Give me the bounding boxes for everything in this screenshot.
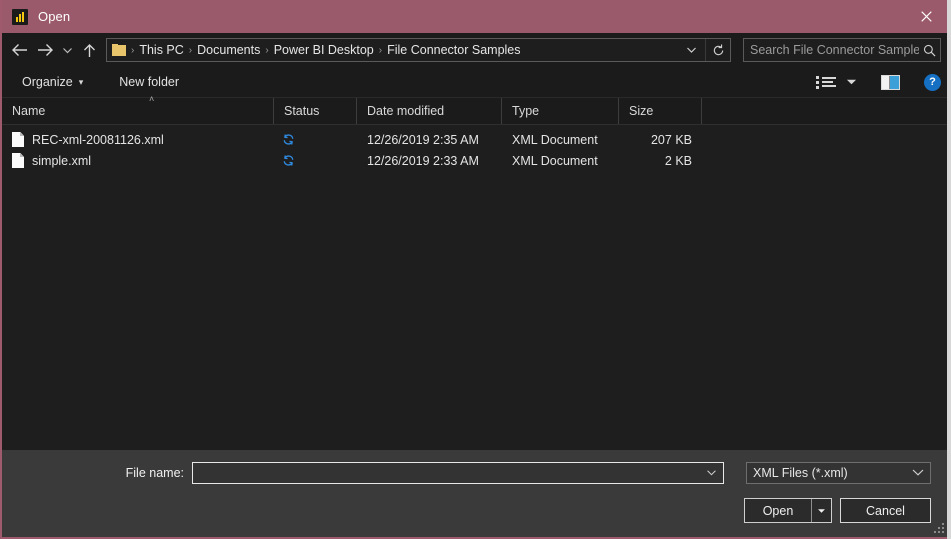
column-header-name[interactable]: Name ˄ [2, 94, 274, 124]
breadcrumb-item-this-pc[interactable]: This PC [136, 43, 186, 57]
breadcrumb-separator: › [188, 44, 193, 56]
breadcrumb[interactable]: › This PC › Documents › Power BI Desktop… [106, 38, 731, 62]
open-button[interactable]: Open [744, 498, 832, 523]
column-header-status-label: Status [284, 104, 320, 118]
open-file-dialog: Open › This PC › Documents › Power BI De… [0, 0, 951, 539]
column-header-type[interactable]: Type [502, 98, 619, 124]
cloud-sync-icon [282, 133, 295, 146]
dialog-footer: File name: XML Files (*.xml) Open Cancel [2, 450, 949, 537]
column-header-name-label: Name [12, 104, 46, 118]
window-buttons [903, 0, 949, 33]
command-toolbar: Organize ▾ New folder ? [2, 67, 949, 98]
refresh-icon[interactable] [705, 39, 730, 61]
xml-document-icon [12, 132, 24, 147]
file-name-cell[interactable]: simple.xml [2, 153, 274, 168]
file-type-cell: XML Document [512, 132, 598, 147]
column-header-date-modified[interactable]: Date modified [357, 98, 502, 124]
search-input[interactable]: Search File Connector Samples [744, 43, 919, 57]
file-date-modified-cell: 12/26/2019 2:33 AM [367, 153, 479, 168]
chevron-down-icon: ▾ [78, 76, 84, 87]
file-list[interactable]: REC-xml-20081126.xml 12/26/2019 2:35 AM … [2, 125, 949, 450]
file-date-modified-cell: 12/26/2019 2:35 AM [367, 132, 479, 147]
breadcrumb-separator: › [378, 44, 383, 56]
column-header-status[interactable]: Status [274, 98, 357, 124]
column-headers: Name ˄ Status Date modified Type Size [2, 94, 949, 125]
back-button[interactable] [6, 37, 32, 63]
recent-locations-chevron-down-icon[interactable] [58, 37, 76, 63]
file-name-cell[interactable]: REC-xml-20081126.xml [2, 132, 274, 147]
cancel-button[interactable]: Cancel [840, 498, 931, 523]
cancel-button-label: Cancel [866, 503, 905, 518]
breadcrumb-separator: › [265, 44, 269, 56]
file-name-input[interactable] [192, 462, 724, 484]
file-status-cell [274, 133, 357, 146]
new-folder-label: New folder [119, 75, 180, 89]
view-layout-chevron-down-icon[interactable] [846, 78, 857, 86]
breadcrumb-chevron-down-icon[interactable] [682, 46, 705, 54]
forward-button[interactable] [32, 37, 58, 63]
file-type-cell: XML Document [512, 153, 598, 168]
organize-button[interactable]: Organize ▾ [16, 72, 89, 92]
up-button[interactable] [76, 37, 102, 63]
toolbar-right-group: ? [816, 73, 941, 91]
breadcrumb-separator: › [131, 44, 135, 56]
folder-icon [112, 44, 127, 56]
open-button-label: Open [762, 503, 794, 518]
file-size-cell: 207 KB [650, 132, 692, 147]
file-name-label-text: File name: [125, 466, 184, 480]
column-header-type-label: Type [512, 104, 540, 118]
title-bar: Open [2, 0, 949, 33]
file-name-label: REC-xml-20081126.xml [32, 132, 164, 147]
preview-pane-icon[interactable] [881, 74, 900, 90]
file-status-cell [274, 154, 357, 167]
column-header-size-label: Size [629, 104, 654, 118]
resize-grip-icon[interactable] [934, 523, 945, 534]
search-box[interactable]: Search File Connector Samples [743, 38, 941, 62]
powerbi-bar-chart-icon [12, 8, 28, 25]
sort-ascending-icon: ˄ [149, 94, 155, 104]
column-header-date-modified-label: Date modified [367, 104, 445, 118]
cloud-sync-icon [282, 154, 295, 167]
view-layout-icon[interactable] [816, 75, 836, 89]
address-bar: › This PC › Documents › Power BI Desktop… [2, 33, 949, 67]
file-name-label: simple.xml [32, 153, 92, 168]
search-icon [919, 44, 940, 57]
breadcrumb-item-power-bi-desktop[interactable]: Power BI Desktop [271, 43, 377, 57]
organize-label: Organize [22, 75, 73, 89]
new-folder-button[interactable]: New folder [113, 72, 185, 92]
file-type-chevron-down-icon[interactable] [912, 467, 930, 479]
help-icon[interactable]: ? [924, 73, 941, 91]
file-size-cell: 2 KB [664, 153, 692, 168]
table-row[interactable]: simple.xml 12/26/2019 2:33 AM XML Docume… [2, 150, 949, 171]
column-header-size[interactable]: Size [619, 98, 702, 124]
window-title: Open [38, 9, 71, 24]
file-name-chevron-down-icon[interactable] [706, 468, 723, 479]
table-row[interactable]: REC-xml-20081126.xml 12/26/2019 2:35 AM … [2, 129, 949, 150]
close-button[interactable] [903, 0, 949, 33]
breadcrumb-item-documents[interactable]: Documents [194, 43, 263, 57]
open-split-caret-icon[interactable] [811, 499, 831, 522]
xml-document-icon [12, 153, 24, 168]
breadcrumb-item-file-connector-samples[interactable]: File Connector Samples [384, 43, 523, 57]
file-type-select-value: XML Files (*.xml) [753, 466, 848, 480]
file-type-select[interactable]: XML Files (*.xml) [746, 462, 931, 484]
